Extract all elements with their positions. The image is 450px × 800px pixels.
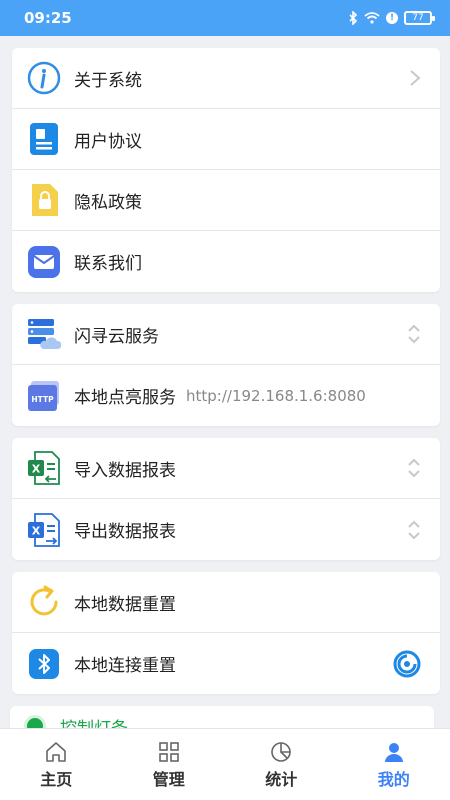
local-data-reset-row[interactable]: 本地数据重置 [12, 572, 440, 633]
refresh-icon [26, 584, 62, 620]
control-light-strip-row[interactable]: 控制灯条 [10, 706, 434, 728]
service-url: http://192.168.1.6:8080 [186, 386, 366, 405]
about-system-row[interactable]: 关于系统 [12, 48, 440, 109]
tab-label: 我的 [377, 769, 410, 789]
document-icon [26, 121, 62, 157]
local-light-service-row[interactable]: HTTP 本地点亮服务 http://192.168.1.6:8080 [12, 365, 440, 426]
tab-statistics[interactable]: 统计 [225, 729, 338, 800]
status-icons: ! 77 [348, 11, 435, 25]
tab-label: 统计 [265, 769, 298, 789]
settings-group-about: 关于系统 用户协议 隐私政策 联系我们 [12, 48, 440, 292]
svg-text:X: X [32, 524, 41, 537]
local-connection-reset-row[interactable]: 本地连接重置 [12, 633, 440, 694]
export-report-row[interactable]: X 导出数据报表 [12, 499, 440, 560]
tab-label: 主页 [40, 769, 73, 789]
expand-icon [406, 323, 422, 345]
tab-home[interactable]: 主页 [0, 729, 113, 800]
settings-list: 关于系统 用户协议 隐私政策 联系我们 闪寻云服务 HTTP 本地点亮服务 ht… [0, 36, 450, 728]
tab-label: 管理 [152, 769, 185, 789]
row-label: 隐私政策 [74, 192, 142, 213]
home-icon [46, 741, 67, 762]
cloud-server-icon [26, 316, 62, 352]
row-label: 用户协议 [74, 131, 142, 152]
row-label: 本地连接重置 [74, 656, 176, 676]
svg-text:X: X [32, 463, 41, 476]
row-label: 导出数据报表 [74, 522, 176, 542]
status-bar: 09:25 ! 77 [0, 0, 450, 36]
wifi-icon [364, 12, 380, 24]
grid-icon [158, 741, 179, 762]
row-label: 本地数据重置 [74, 594, 176, 615]
row-label: 控制灯条 [60, 714, 128, 729]
user-agreement-row[interactable]: 用户协议 [12, 109, 440, 170]
battery-icon: 77 [404, 11, 435, 25]
excel-import-icon: X [26, 450, 62, 486]
tab-manage[interactable]: 管理 [113, 729, 226, 800]
bottom-tab-bar: 主页 管理 统计 我的 [0, 728, 450, 800]
privacy-policy-row[interactable]: 隐私政策 [12, 170, 440, 231]
settings-group-light: 控制灯条 [10, 706, 434, 728]
excel-export-icon: X [26, 512, 62, 548]
chevron-right-icon [408, 69, 422, 87]
green-dot-icon [24, 715, 46, 728]
row-label: 本地点亮服务 [74, 388, 176, 408]
row-label: 闪寻云服务 [74, 326, 159, 347]
import-report-row[interactable]: X 导入数据报表 [12, 438, 440, 499]
expand-icon [406, 457, 422, 479]
loading-icon [392, 649, 422, 679]
svg-text:HTTP: HTTP [31, 395, 54, 404]
bluetooth-status-icon [349, 11, 358, 25]
row-label: 关于系统 [74, 70, 142, 91]
cloud-service-row[interactable]: 闪寻云服务 [12, 304, 440, 365]
settings-group-services: 闪寻云服务 HTTP 本地点亮服务 http://192.168.1.6:808… [12, 304, 440, 426]
lock-icon [26, 182, 62, 218]
row-label: 联系我们 [74, 254, 142, 274]
expand-icon [406, 519, 422, 541]
http-icon: HTTP [26, 378, 62, 414]
alert-icon: ! [386, 12, 398, 24]
status-time: 09:25 [24, 9, 72, 27]
info-icon [26, 60, 62, 96]
bluetooth-icon [26, 646, 62, 682]
user-icon [384, 742, 403, 762]
row-label: 导入数据报表 [74, 460, 176, 481]
settings-group-reports: X 导入数据报表 X 导出数据报表 [12, 438, 440, 560]
settings-group-reset: 本地数据重置 本地连接重置 [12, 572, 440, 694]
tab-mine[interactable]: 我的 [338, 729, 450, 800]
contact-us-row[interactable]: 联系我们 [12, 231, 440, 292]
mail-icon [26, 244, 62, 280]
pie-chart-icon [271, 741, 292, 762]
